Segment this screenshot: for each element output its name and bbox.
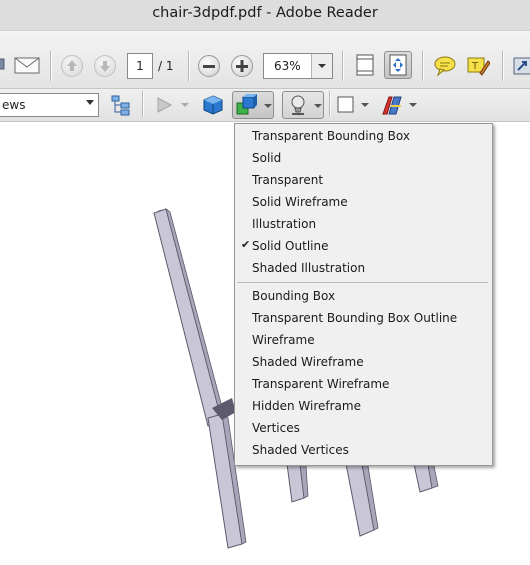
next-page-button[interactable] — [94, 55, 116, 77]
lamp-icon — [291, 95, 305, 115]
color-swatch-icon — [337, 96, 354, 113]
comment-button[interactable] — [433, 55, 457, 77]
chevron-down-icon — [314, 104, 322, 108]
plus-icon — [236, 60, 248, 72]
views-label: ews — [2, 98, 26, 112]
menu-item-transparent-wireframe[interactable]: Transparent Wireframe — [235, 373, 492, 395]
toolbar-separator — [342, 51, 344, 81]
cross-section-icon — [382, 96, 402, 115]
print-icon[interactable] — [0, 55, 6, 73]
chevron-down-icon[interactable] — [181, 103, 189, 107]
expand-button[interactable] — [512, 55, 530, 77]
3d-toolbar: ews — [0, 89, 530, 122]
toolbar-separator — [502, 51, 504, 81]
sign-button[interactable]: T — [466, 55, 491, 77]
render-mode-icon — [236, 94, 257, 115]
menu-item-illustration[interactable]: Illustration — [235, 213, 492, 235]
menu-item-transparent-bounding-box-outline[interactable]: Transparent Bounding Box Outline — [235, 307, 492, 329]
model-tree-icon — [111, 95, 130, 116]
chevron-down-icon — [318, 64, 326, 68]
menu-separator — [237, 282, 488, 283]
menu-item-hidden-wireframe[interactable]: Hidden Wireframe — [235, 395, 492, 417]
menu-item-vertices[interactable]: Vertices — [235, 417, 492, 439]
play-animation-button[interactable] — [154, 95, 176, 115]
expand-icon — [513, 57, 530, 75]
fit-width-icon — [356, 54, 374, 76]
menu-item-bounding-box[interactable]: Bounding Box — [235, 285, 492, 307]
chevron-down-icon — [86, 100, 94, 105]
toolbar-separator — [329, 91, 331, 117]
chevron-down-icon[interactable] — [361, 103, 369, 107]
fit-page-icon — [389, 54, 407, 76]
zoom-dropdown-button[interactable] — [311, 54, 332, 78]
zoom-in-button[interactable] — [231, 55, 253, 77]
chevron-down-icon — [264, 104, 272, 108]
fit-page-button[interactable] — [384, 51, 412, 79]
menu-item-shaded-vertices[interactable]: Shaded Vertices — [235, 439, 492, 461]
lighting-button[interactable] — [282, 91, 324, 119]
checkmark-icon: ✔ — [241, 238, 251, 251]
menu-item-solid[interactable]: Solid — [235, 147, 492, 169]
envelope-icon — [14, 57, 40, 74]
toolbar-separator — [188, 51, 190, 81]
window-title: chair-3dpdf.pdf - Adobe Reader — [152, 5, 378, 21]
zoom-select[interactable]: 63% — [263, 53, 333, 79]
default-view-button[interactable] — [201, 94, 225, 116]
menu-item-solid-outline[interactable]: ✔ Solid Outline — [235, 235, 492, 257]
zoom-out-button[interactable] — [198, 55, 220, 77]
toolbar-separator — [142, 91, 144, 117]
menu-item-transparent[interactable]: Transparent — [235, 169, 492, 191]
cube-icon — [203, 95, 223, 115]
menu-item-wireframe[interactable]: Wireframe — [235, 329, 492, 351]
menu-item-transparent-bounding-box[interactable]: Transparent Bounding Box — [235, 125, 492, 147]
chevron-down-icon[interactable] — [409, 103, 417, 107]
pen-icon: T — [467, 57, 491, 76]
views-select[interactable]: ews — [0, 93, 99, 117]
arrow-down-icon — [100, 61, 110, 72]
menu-item-solid-wireframe[interactable]: Solid Wireframe — [235, 191, 492, 213]
page-total: / 1 — [158, 59, 174, 73]
cross-section-button[interactable] — [379, 94, 405, 118]
minus-icon — [203, 65, 215, 68]
arrow-up-icon — [67, 60, 77, 71]
previous-page-button[interactable] — [61, 55, 83, 77]
toolbar-separator — [50, 51, 52, 81]
background-color-button[interactable] — [337, 96, 355, 114]
menu-item-shaded-illustration[interactable]: Shaded Illustration — [235, 257, 492, 279]
title-bar: chair-3dpdf.pdf - Adobe Reader — [0, 0, 530, 31]
toolbar-separator — [422, 51, 424, 81]
svg-text:T: T — [471, 61, 479, 72]
page-number-input[interactable]: 1 — [127, 53, 153, 79]
play-icon — [157, 97, 173, 113]
main-toolbar: 1 / 1 63% T — [0, 31, 530, 89]
render-mode-button[interactable] — [232, 91, 274, 119]
speech-bubble-icon — [434, 56, 456, 77]
mail-button[interactable] — [14, 55, 40, 75]
model-tree-button[interactable] — [110, 94, 132, 116]
fit-width-button[interactable] — [354, 53, 376, 77]
menu-item-shaded-wireframe[interactable]: Shaded Wireframe — [235, 351, 492, 373]
zoom-value: 63% — [274, 59, 301, 73]
render-mode-menu: Transparent Bounding Box Solid Transpare… — [234, 123, 493, 466]
